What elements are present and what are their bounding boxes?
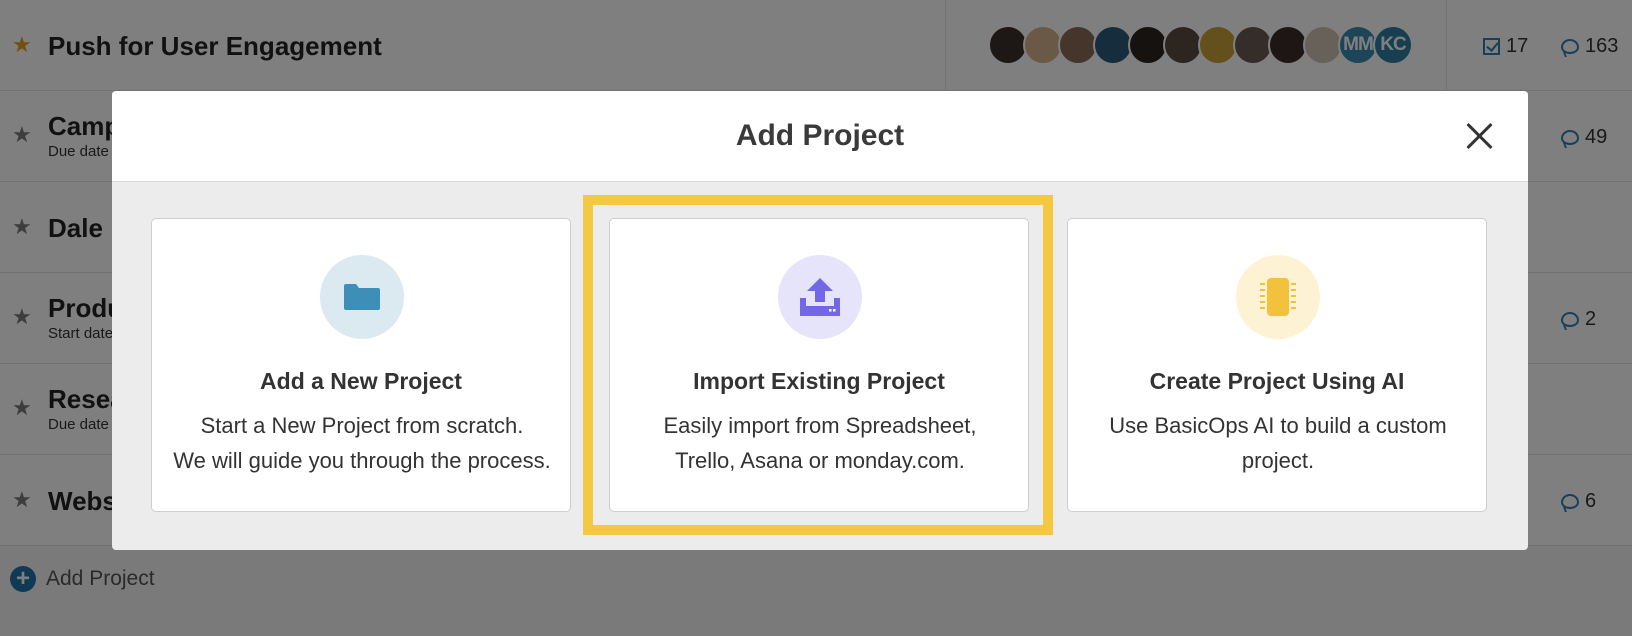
chip-icon bbox=[1260, 278, 1296, 316]
create-project-ai-card[interactable]: Create Project Using AI Use BasicOps AI … bbox=[1067, 218, 1487, 512]
add-new-project-card[interactable]: Add a New Project Start a New Project fr… bbox=[151, 218, 571, 512]
selection-highlight bbox=[583, 195, 1053, 535]
chip-icon-circle bbox=[1236, 255, 1320, 339]
close-icon[interactable] bbox=[1462, 119, 1496, 153]
folder-icon-circle bbox=[320, 255, 404, 339]
card-title: Add a New Project bbox=[260, 368, 462, 394]
folder-icon bbox=[344, 284, 380, 310]
card-description: Use BasicOps AI to build a custom projec… bbox=[1109, 413, 1447, 473]
card-title: Create Project Using AI bbox=[1149, 368, 1405, 394]
add-project-modal: Add Project Add a New Project Start a Ne… bbox=[112, 91, 1528, 550]
modal-title: Add Project bbox=[735, 119, 905, 152]
modal-header: Add Project bbox=[112, 91, 1528, 182]
card-description: Start a New Project from scratch. We wil… bbox=[173, 413, 551, 473]
